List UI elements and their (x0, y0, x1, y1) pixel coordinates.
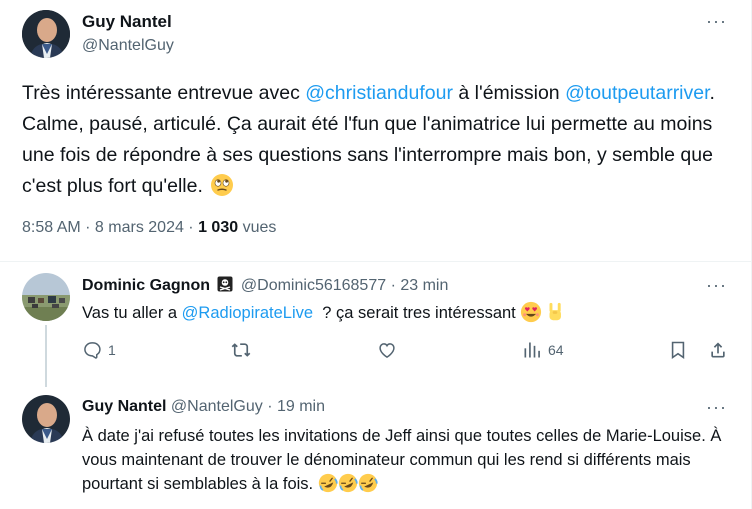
views-count: 64 (548, 342, 564, 358)
author-name[interactable]: Guy Nantel (82, 12, 172, 32)
views-count: 1 030 (198, 219, 239, 236)
retweet-icon (231, 343, 251, 357)
views-label: vues (238, 219, 277, 236)
reply-author-handle[interactable]: @Dominic56168577 (241, 277, 386, 294)
reply-text: Vas tu aller a @RadiopirateLive ? ça ser… (82, 301, 566, 325)
pirate-flag-icon (217, 276, 233, 292)
thread-connector (45, 325, 47, 387)
meta-separator: · (80, 219, 95, 236)
bookmark-button[interactable] (668, 340, 688, 360)
mention-link[interactable]: @toutpeutarriver (565, 82, 709, 104)
like-button[interactable] (376, 340, 404, 360)
avatar-guy-nantel-image (22, 395, 70, 443)
more-options-icon[interactable]: ··· (706, 276, 727, 294)
more-options-icon[interactable]: ··· (706, 12, 727, 30)
reply-header: Guy Nantel @NantelGuy · 19 min (82, 398, 325, 416)
tweet-date[interactable]: 8 mars 2024 (95, 219, 184, 236)
meta-separator: · (183, 219, 199, 236)
reply-text-part: À date j'ai refusé toutes les invitation… (82, 427, 722, 493)
reply-text: À date j'ai refusé toutes les invitation… (82, 424, 727, 496)
avatar-dominic-gagnon-image (22, 273, 70, 321)
retweet-button[interactable] (230, 340, 258, 360)
tweet-time[interactable]: 8:58 AM (22, 219, 81, 236)
rolling-on-floor-laughing-icon (318, 473, 338, 493)
avatar[interactable] (22, 273, 70, 321)
reply-author-name[interactable]: Guy Nantel (82, 398, 166, 415)
sign-of-horns-icon (549, 302, 562, 321)
reply-icon (84, 342, 101, 359)
tweet-text: Très intéressante entrevue avec @christi… (22, 78, 732, 202)
mention-link[interactable]: @christiandufour (305, 82, 453, 104)
meta-separator: · (262, 398, 277, 415)
reply-text-part: ? ça serait tres intéressant (313, 304, 521, 322)
share-button[interactable] (708, 340, 728, 360)
reply-count: 1 (108, 342, 116, 358)
rolling-on-floor-laughing-icon (338, 473, 358, 493)
meta-separator: · (386, 277, 401, 294)
action-bar: 1 64 (82, 340, 732, 366)
mention-link[interactable]: @RadiopirateLive (182, 304, 313, 322)
more-options-icon[interactable]: ··· (706, 398, 727, 416)
author-handle[interactable]: @NantelGuy (82, 37, 174, 55)
bookmark-icon (671, 341, 685, 360)
reply-time[interactable]: 19 min (277, 398, 325, 415)
tweet-meta: 8:58 AM · 8 mars 2024 · 1 030 vues (22, 219, 276, 237)
avatar-guy-nantel-image (22, 10, 70, 58)
smiling-face-with-heart-eyes-icon (521, 301, 542, 323)
views-chart-icon (524, 342, 540, 358)
reply-header: Dominic Gagnon @Dominic56168577 · 23 min (82, 276, 448, 295)
reply-button[interactable]: 1 (82, 340, 116, 360)
reply-author-name[interactable]: Dominic Gagnon (82, 277, 210, 294)
reply-text-part: Vas tu aller a (82, 304, 182, 322)
avatar[interactable] (22, 10, 70, 58)
reply-author-handle[interactable]: @NantelGuy (171, 398, 263, 415)
avatar[interactable] (22, 395, 70, 443)
reply-time[interactable]: 23 min (400, 277, 448, 294)
divider (0, 261, 751, 262)
heart-icon (379, 343, 395, 358)
rolling-on-floor-laughing-icon (358, 473, 378, 493)
tweet-text-part: Très intéressante entrevue avec (22, 82, 306, 104)
tweet-text-part: à l'émission (452, 82, 566, 104)
share-icon (711, 342, 725, 358)
face-with-rolling-eyes-icon (211, 174, 234, 196)
views-button[interactable]: 64 (522, 340, 564, 360)
